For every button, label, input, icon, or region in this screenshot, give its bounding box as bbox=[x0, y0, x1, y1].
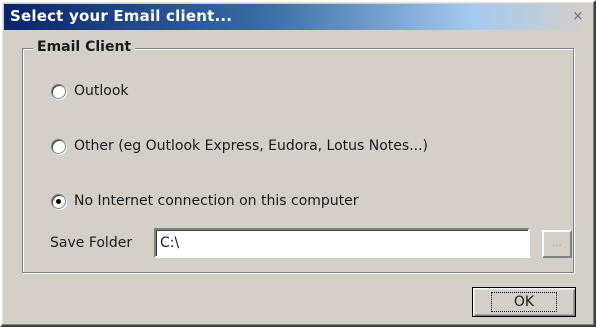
browse-folder-button[interactable]: ... bbox=[542, 230, 572, 258]
radio-no-internet[interactable]: No Internet connection on this computer bbox=[51, 193, 359, 209]
ok-button[interactable]: OK bbox=[472, 287, 576, 317]
radio-no-internet-label: No Internet connection on this computer bbox=[74, 193, 359, 209]
save-folder-label: Save Folder bbox=[50, 235, 133, 251]
radio-other-indicator[interactable] bbox=[51, 138, 66, 154]
radio-outlook-label: Outlook bbox=[74, 83, 129, 99]
save-folder-input[interactable] bbox=[154, 228, 530, 258]
close-button[interactable]: × bbox=[570, 9, 586, 25]
email-client-dialog: Select your Email client... × Email Clie… bbox=[0, 0, 596, 327]
radio-other-label: Other (eg Outlook Express, Eudora, Lotus… bbox=[74, 138, 429, 154]
radio-outlook-indicator[interactable] bbox=[51, 83, 66, 99]
close-icon: × bbox=[572, 9, 584, 24]
radio-no-internet-indicator[interactable] bbox=[51, 193, 66, 209]
radio-outlook[interactable]: Outlook bbox=[51, 83, 129, 99]
radio-other[interactable]: Other (eg Outlook Express, Eudora, Lotus… bbox=[51, 138, 428, 154]
groupbox-legend: Email Client bbox=[33, 39, 136, 55]
ok-button-label: OK bbox=[490, 292, 558, 312]
dialog-title: Select your Email client... bbox=[10, 7, 233, 25]
title-bar[interactable]: Select your Email client... × bbox=[4, 4, 592, 30]
